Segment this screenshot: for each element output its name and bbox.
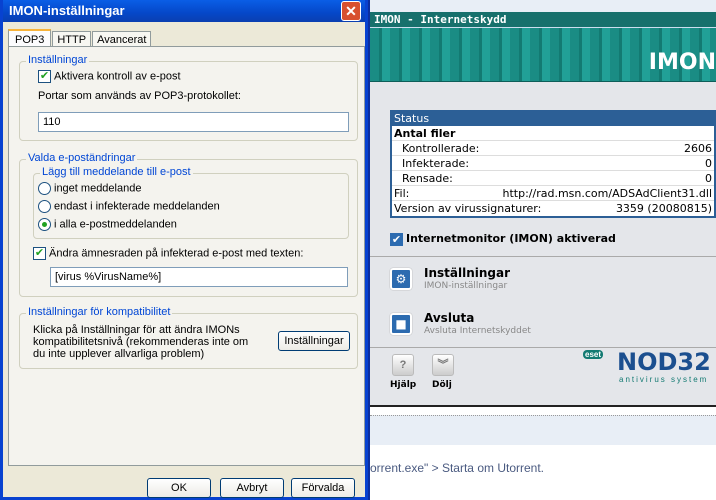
status-checked: Kontrollerade: 2606 <box>392 141 714 156</box>
status-cleaned: Rensade: 0 <box>392 171 714 186</box>
nod32-logo: NOD32 <box>617 348 711 376</box>
radio-selected-icon <box>38 218 51 231</box>
status-infected: Infekterade: 0 <box>392 156 714 171</box>
radio-label: inget meddelande <box>54 182 142 195</box>
group-legend: Inställningar <box>26 54 90 66</box>
radio-all-messages[interactable]: i alla e-postmeddelanden <box>38 218 177 231</box>
imon-banner: IMON <box>370 28 716 82</box>
ports-label: Portar som används av POP3-protokollet: <box>38 90 241 102</box>
cancel-button[interactable]: Avbryt <box>220 478 284 498</box>
subject-checkbox[interactable]: ✔ Ändra ämnesraden på infekterad e-post m… <box>33 247 303 260</box>
gear-icon: ⚙ <box>390 268 412 290</box>
monitor-checkbox[interactable]: ✔ Internetmonitor (IMON) aktiverad <box>390 232 616 246</box>
ok-button[interactable]: OK <box>147 478 211 498</box>
radio-no-message[interactable]: inget meddelande <box>38 182 141 195</box>
hide-button[interactable]: ︾ <box>432 354 454 376</box>
compat-group: Inställningar för kompatibilitet Klicka … <box>19 306 358 369</box>
status-header: Status <box>392 112 714 126</box>
checkbox-label: Ändra ämnesraden på infekterad e-post me… <box>49 247 304 260</box>
radio-icon <box>38 182 51 195</box>
ports-input[interactable]: 110 <box>38 112 349 132</box>
check-icon: ✔ <box>390 232 403 246</box>
checkbox-label: Internetmonitor (IMON) aktiverad <box>406 232 616 245</box>
imon-window: IMON - Internetskydd IMON Status Antal f… <box>368 0 716 500</box>
radio-label: i alla e-postmeddelanden <box>54 218 177 231</box>
imon-settings-dialog: IMON-inställningar ✕ POP3 HTTP Avancerat… <box>0 0 368 500</box>
check-icon: ✔ <box>33 247 46 260</box>
close-button[interactable]: ✕ <box>341 1 361 21</box>
check-icon: ✔ <box>38 70 51 83</box>
checkbox-label: Aktivera kontroll av e-post <box>54 70 181 83</box>
group-legend: Lägg till meddelande till e-post <box>40 166 193 178</box>
eset-logo: eset <box>583 350 604 359</box>
subject-input[interactable]: [virus %VirusName%] <box>50 267 348 287</box>
dialog-title-bar[interactable]: IMON-inställningar ✕ <box>3 0 365 22</box>
radio-label: endast i infekterade meddelanden <box>54 200 220 213</box>
compat-settings-button[interactable]: Inställningar <box>278 331 350 351</box>
tab-panel: Inställningar ✔ Aktivera kontroll av e-po… <box>8 46 365 466</box>
radio-icon <box>38 200 51 213</box>
help-button[interactable]: ? <box>392 354 414 376</box>
compat-text: Klicka på Inställningar för att ändra IM… <box>33 324 249 360</box>
group-legend: Valda e-poständringar <box>26 152 138 164</box>
enable-checkbox[interactable]: ✔ Aktivera kontroll av e-post <box>38 70 181 83</box>
status-file: Fil: http://rad.msn.com/ADSAdClient31.dll <box>392 187 714 201</box>
background-page-text: orrent.exe" > Starta om Utorrent. <box>370 461 544 475</box>
imon-title-bar[interactable]: IMON - Internetskydd <box>370 12 716 28</box>
dialog-title: IMON-inställningar <box>9 3 125 18</box>
email-changes-group: Valda e-poständringar Lägg till meddelan… <box>19 152 358 297</box>
hide-label: Dölj <box>432 380 452 390</box>
banner-title: IMON <box>648 50 716 75</box>
radio-infected-only[interactable]: endast i infekterade meddelanden <box>38 200 220 213</box>
files-header: Antal filer <box>392 126 714 141</box>
help-label: Hjälp <box>390 380 417 390</box>
settings-group: Inställningar ✔ Aktivera kontroll av e-po… <box>19 54 358 141</box>
status-box: Status Antal filer Kontrollerade: 2606 In… <box>390 110 716 218</box>
message-group: Lägg till meddelande till e-post inget m… <box>33 166 349 239</box>
stop-icon: ■ <box>390 313 412 335</box>
status-version: Version av virussignaturer: 3359 (2008081… <box>394 202 712 215</box>
group-legend: Inställningar för kompatibilitet <box>26 306 173 318</box>
nod32-subtitle: antivirus system <box>619 375 709 384</box>
defaults-button[interactable]: Förvalda <box>291 478 355 498</box>
